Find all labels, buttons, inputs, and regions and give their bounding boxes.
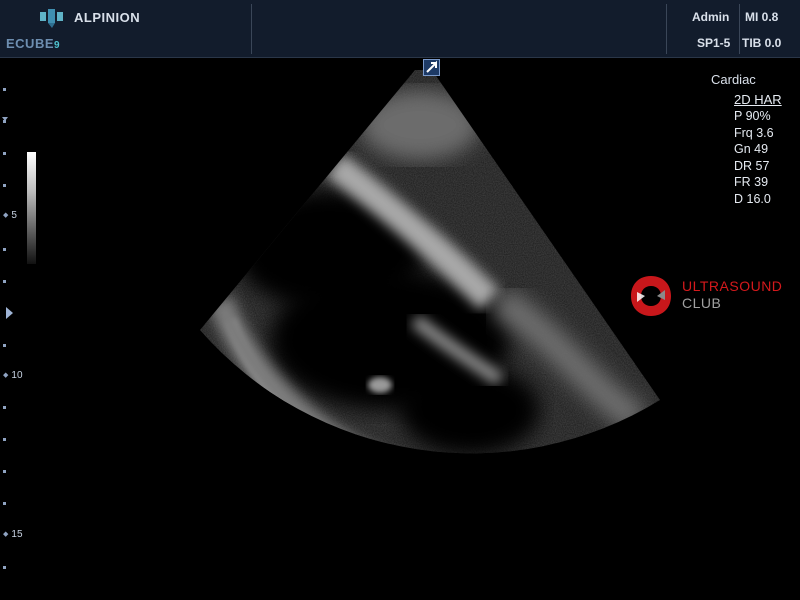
param-dynamic-range: DR 57 <box>734 158 770 173</box>
param-frequency: Frq 3.6 <box>734 125 774 140</box>
header-divider <box>666 4 667 54</box>
logo-mark-icon <box>40 9 63 28</box>
mi-value: MI 0.8 <box>745 10 779 24</box>
depth-tick <box>3 280 6 283</box>
depth-tick <box>3 438 6 441</box>
depth-tick <box>3 184 6 187</box>
param-gain: Gn 49 <box>734 142 769 156</box>
depth-tick <box>3 88 6 91</box>
imaging-mode: 2D HAR <box>734 92 782 107</box>
focus-marker-icon[interactable] <box>6 307 13 319</box>
depth-tick <box>3 248 6 251</box>
ultrasound-club-logo-icon <box>631 276 671 316</box>
depth-label-10: 10 <box>3 370 22 381</box>
brand-name: ALPINION <box>74 10 141 25</box>
ecube-logo: ECUBE9 <box>4 6 70 51</box>
watermark-line-1: ULTRASOUND <box>682 278 783 294</box>
depth-tick <box>3 566 6 569</box>
param-power: P 90% <box>734 109 771 123</box>
grayscale-bar <box>27 152 36 264</box>
logo-text: ECUBE <box>6 36 55 51</box>
tib-value: TIB 0.0 <box>742 36 782 50</box>
logo-number: 9 <box>54 40 61 51</box>
top-header: ECUBE9 ALPINION Admin MI 0.8 SP1-5 TIB 0… <box>0 0 800 58</box>
param-depth: D 16.0 <box>734 191 771 206</box>
header-divider <box>739 4 740 54</box>
depth-label-5: 5 <box>3 210 17 221</box>
ultrasound-scan-image <box>200 70 660 454</box>
ultrasound-image-area: 5 10 15 <box>0 58 800 600</box>
depth-label-15: 15 <box>3 529 22 540</box>
param-frame-rate: FR 39 <box>734 175 769 189</box>
user-name[interactable]: Admin <box>692 10 729 24</box>
depth-tick <box>3 152 6 155</box>
watermark-line-2: CLUB <box>682 295 722 311</box>
header-divider <box>251 4 252 54</box>
depth-tick <box>3 120 6 123</box>
orientation-marker-icon <box>423 59 440 76</box>
preset-name[interactable]: Cardiac <box>711 72 782 87</box>
depth-tick <box>3 502 6 505</box>
depth-tick <box>3 470 6 473</box>
imaging-parameters: Cardiac 2D HAR P 90% Frq 3.6 Gn 49 DR 57… <box>711 72 782 207</box>
probe-name[interactable]: SP1-5 <box>697 36 730 50</box>
depth-tick <box>3 344 6 347</box>
depth-tick <box>3 406 6 409</box>
